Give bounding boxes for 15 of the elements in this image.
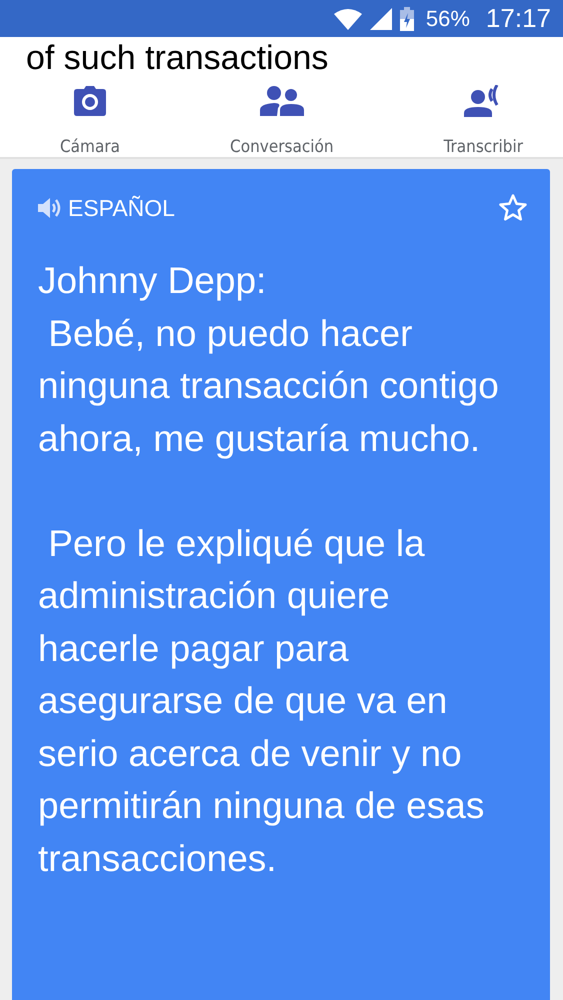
signal-icon — [370, 8, 392, 30]
battery-icon — [400, 6, 414, 30]
mode-button[interactable]: Conversación — [230, 85, 334, 157]
people-icon — [260, 85, 304, 117]
source-text: of such transactions — [26, 39, 330, 77]
clock: 17:17 — [486, 3, 551, 34]
speaker-icon — [38, 197, 62, 219]
mode-button[interactable]: Cámara — [60, 85, 120, 157]
battery-percentage: 56% — [426, 6, 470, 32]
camera-icon — [74, 85, 106, 117]
wifi-icon — [334, 8, 362, 30]
translation-text: Johnny Depp: Bebé, no puedo hacer ninguna transacción contigo ahora, me gustaría mucho. Pero le expliqué que la administración quiere hacerle pagar para asegurarse de que va en serio acerca de venir y no permitirán ninguna de esas transacciones. — [38, 259, 500, 880]
listen-button[interactable]: ESPAÑOL — [38, 194, 175, 222]
star-icon[interactable] — [498, 193, 528, 223]
mode-button[interactable]: Transcribir — [444, 85, 523, 157]
